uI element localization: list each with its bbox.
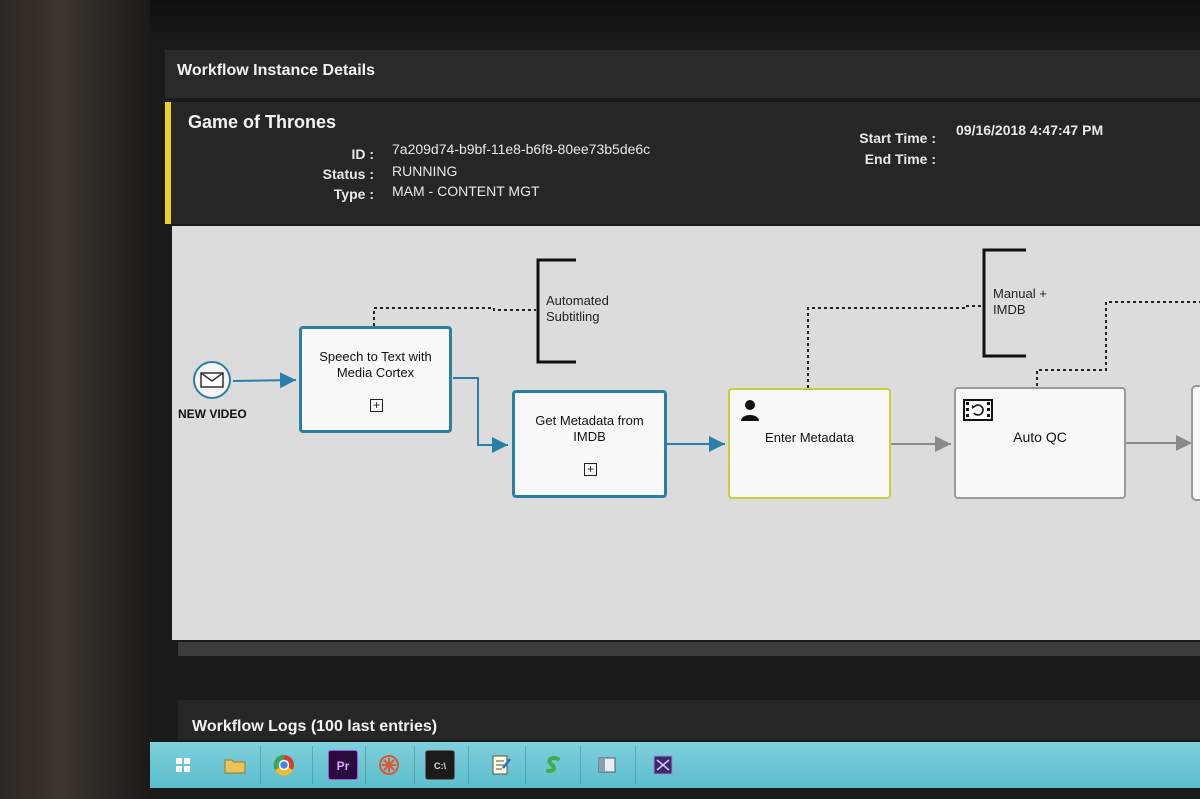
monitor-bezel — [0, 0, 150, 799]
instance-title: Game of Thrones — [188, 112, 337, 132]
annotation-line-1: Automated — [546, 293, 609, 308]
annotation-automated-subtitling: Automated Subtitling — [546, 293, 609, 325]
end-time-label: End Time : — [864, 151, 936, 167]
s-logo-icon — [546, 755, 560, 773]
taskbar-separator — [312, 746, 313, 784]
flow-speech-to-imdb — [453, 377, 508, 453]
logs-title: Workflow Logs (100 last entries) — [192, 718, 438, 735]
start-event-label: NEW VIDEO — [178, 407, 247, 421]
task-label-line-1: Get Metadata from — [535, 413, 644, 428]
taskbar-separator — [365, 746, 366, 784]
purple-app-logo-icon — [653, 755, 673, 775]
windows-start-icon[interactable] — [168, 750, 198, 780]
taskbar-separator — [260, 746, 261, 784]
task-label: Enter Metadata — [765, 430, 854, 445]
terminal-icon[interactable]: C:\ — [425, 750, 455, 780]
annotation-line-2: IMDB — [993, 302, 1026, 317]
association-manual-imdb — [807, 305, 982, 388]
association-autoqc — [1036, 301, 1200, 386]
task-label-line-2: IMDB — [573, 429, 606, 444]
status-value: RUNNING — [392, 163, 458, 179]
annotation-manual-imdb: Manual + IMDB — [993, 286, 1047, 318]
window-icon[interactable] — [592, 750, 622, 780]
taskbar-separator — [635, 746, 636, 784]
film-icon — [963, 399, 993, 421]
panel-title: Workflow Instance Details — [177, 62, 375, 79]
expand-subprocess-icon[interactable]: + — [370, 399, 383, 412]
start-time-label: Start Time : — [859, 130, 936, 146]
folder-icon — [224, 759, 246, 774]
user-icon — [741, 400, 759, 421]
annotation-line-1: Manual + — [993, 286, 1047, 301]
task-enter-metadata[interactable]: Enter Metadata — [728, 388, 891, 499]
taskbar-separator — [414, 746, 415, 784]
notepad-icon[interactable] — [485, 750, 515, 780]
type-label: Type : — [333, 186, 374, 202]
task-get-metadata-imdb[interactable]: Get Metadata from IMDB + — [512, 390, 667, 498]
start-event-new-video[interactable] — [193, 361, 231, 399]
notepad-logo-icon — [492, 755, 511, 775]
chrome-icon[interactable] — [269, 750, 299, 780]
id-label: ID : — [351, 146, 374, 162]
taskbar-separator — [468, 746, 469, 784]
app-purple-icon[interactable] — [648, 750, 678, 780]
taskbar-separator — [580, 746, 581, 784]
asterisk-app-icon — [379, 755, 399, 775]
app-s-icon[interactable] — [538, 750, 568, 780]
premiere-icon[interactable]: Pr — [328, 750, 358, 780]
task-label-line-2: Media Cortex — [336, 365, 415, 380]
windows-logo-icon — [176, 758, 190, 772]
task-speech-to-text[interactable]: Speech to Text with Media Cortex + — [299, 326, 452, 433]
association-subtitling — [373, 307, 536, 326]
annotation-line-2: Subtitling — [546, 309, 600, 324]
file-explorer-icon[interactable] — [220, 750, 250, 780]
app-icon[interactable] — [374, 750, 404, 780]
diagram-horizontal-scrollbar[interactable] — [178, 642, 1200, 656]
flow-event-to-speech — [232, 372, 297, 389]
expand-subprocess-icon[interactable]: + — [584, 463, 597, 476]
chrome-logo-icon — [273, 754, 294, 776]
task-label-line-1: Speech to Text with — [319, 349, 432, 364]
status-label: Status : — [322, 166, 374, 182]
window-frame-icon — [598, 757, 616, 773]
id-value: 7a209d74-b9bf-11e8-b6f8-80ee73b5de6c — [392, 141, 651, 157]
next-node-partial — [1191, 385, 1200, 501]
task-auto-qc[interactable]: Auto QC — [954, 387, 1126, 499]
task-label: Auto QC — [1013, 429, 1067, 445]
type-value: MAM - CONTENT MGT — [392, 183, 540, 199]
start-time-value: 09/16/2018 4:47:47 PM — [956, 122, 1104, 138]
taskbar-separator — [525, 746, 526, 784]
envelope-icon — [200, 372, 224, 388]
